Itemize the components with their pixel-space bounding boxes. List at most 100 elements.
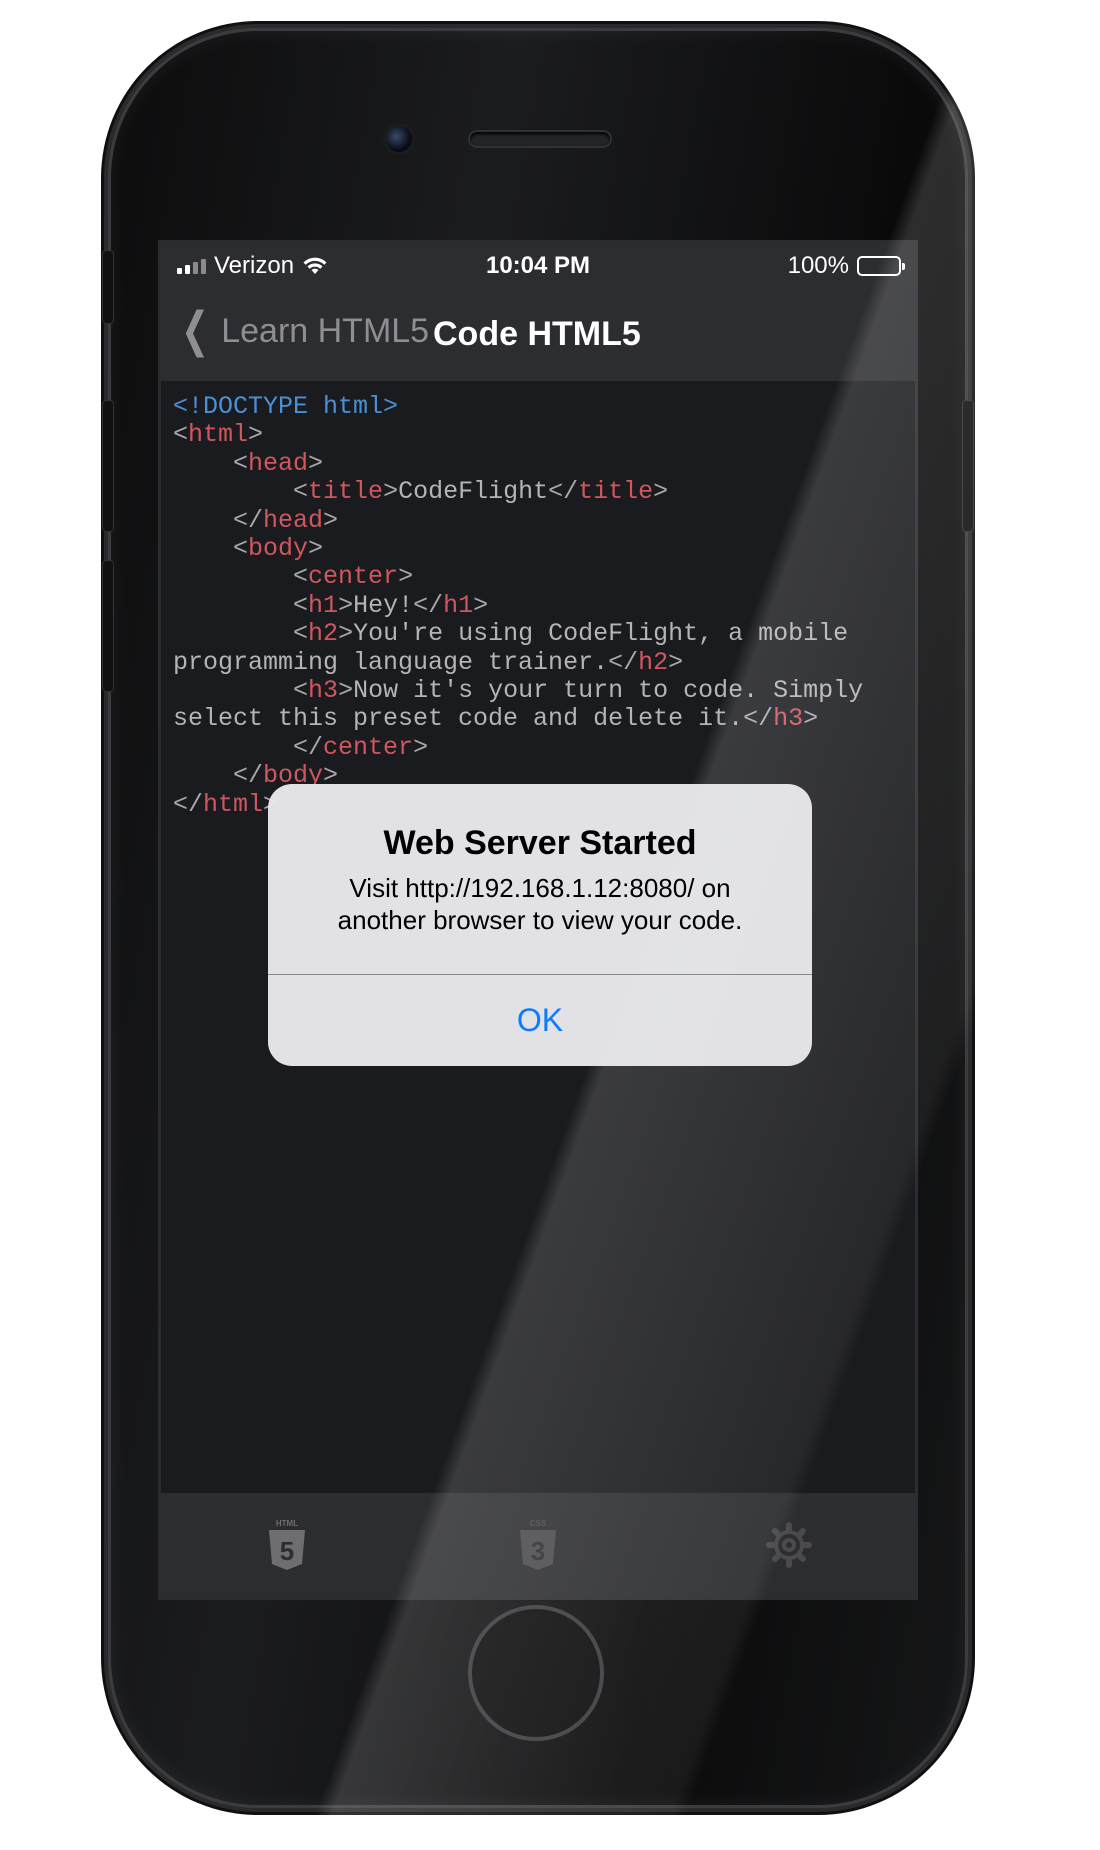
- code-token: >: [338, 590, 354, 620]
- code-token: </: [233, 505, 264, 535]
- tab-settings[interactable]: [749, 1505, 829, 1585]
- code-line: </center>: [173, 733, 428, 762]
- home-button[interactable]: [468, 1605, 604, 1741]
- html5-icon-caption: HTML: [276, 1519, 298, 1528]
- code-token: >: [383, 477, 399, 507]
- code-token: </: [608, 647, 639, 677]
- code-line: <h1>Hey!</h1>: [173, 591, 488, 620]
- code-line: <body>: [173, 534, 323, 563]
- code-token: </: [233, 761, 264, 791]
- html5-icon: HTML 5: [268, 1519, 305, 1570]
- code-line: </html>: [173, 790, 278, 819]
- code-token: </: [743, 704, 774, 734]
- code-token: <: [293, 562, 309, 592]
- code-editor[interactable]: <!DOCTYPE html> <html> <head> <title>Cod…: [173, 392, 909, 819]
- page-title: Code HTML5: [433, 315, 641, 353]
- ok-button[interactable]: OK: [268, 975, 812, 1066]
- code-token: <: [293, 590, 309, 620]
- code-tag-name: h1: [443, 590, 474, 620]
- alert-dialog: Web Server Started Visit http://192.168.…: [268, 784, 812, 1066]
- code-token: <: [293, 619, 309, 649]
- code-tag-name: h2: [638, 647, 669, 677]
- code-token: <: [173, 420, 189, 450]
- code-line: <!DOCTYPE html>: [173, 392, 398, 421]
- code-token: >: [338, 676, 354, 706]
- code-line: <html>: [173, 420, 263, 449]
- code-token: >: [803, 704, 819, 734]
- code-token: </: [413, 590, 444, 620]
- volume-down-button: [102, 560, 114, 692]
- code-tag-name: h2: [308, 619, 339, 649]
- code-tag-name: h1: [308, 590, 339, 620]
- tab-bar: HTML 5 CSS 3: [161, 1493, 915, 1597]
- code-token: >: [308, 448, 324, 478]
- code-line: <h2>You're using CodeFlight, a mobile pr…: [173, 619, 863, 676]
- code-line: <h3>Now it's your turn to code. Simply s…: [173, 676, 878, 733]
- code-token: CodeFlight: [398, 477, 549, 507]
- back-button-label: Learn HTML5: [221, 311, 430, 350]
- code-line: <title>CodeFlight</title>: [173, 477, 668, 506]
- tab-css3[interactable]: CSS 3: [498, 1505, 578, 1585]
- battery-percent: 100%: [787, 252, 849, 279]
- code-line: <head>: [173, 449, 323, 478]
- html5-icon-digit: 5: [279, 1536, 293, 1566]
- navigation-bar: ❮ Learn HTML5 Code HTML5: [161, 289, 915, 381]
- code-token: >: [413, 732, 429, 762]
- code-line: </head>: [173, 506, 338, 535]
- power-button: [962, 400, 974, 532]
- code-token: >: [668, 647, 684, 677]
- earpiece-speaker: [470, 132, 610, 146]
- volume-up-button: [102, 400, 114, 532]
- code-token: >: [653, 477, 669, 507]
- code-tag-name: h3: [773, 704, 804, 734]
- code-token: </: [173, 789, 204, 819]
- mute-switch: [102, 250, 114, 324]
- code-tag-name: title: [578, 477, 654, 507]
- code-tag-name: head: [263, 505, 324, 535]
- code-token: >: [308, 534, 324, 564]
- status-bar: Verizon 10:04 PM 100%: [161, 243, 915, 289]
- battery-group: 100%: [787, 252, 905, 280]
- code-tag-name: center: [308, 562, 399, 592]
- code-token: >: [338, 619, 354, 649]
- code-token: <: [293, 477, 309, 507]
- code-token: </: [548, 477, 579, 507]
- code-tag-name: title: [308, 477, 384, 507]
- css3-icon-caption: CSS: [530, 1519, 547, 1528]
- code-tag-name: head: [248, 448, 309, 478]
- chevron-left-icon: ❮: [181, 304, 210, 357]
- css3-icon-digit: 3: [531, 1536, 545, 1566]
- code-token: <: [233, 534, 249, 564]
- front-camera: [386, 126, 412, 152]
- code-token: <!DOCTYPE html>: [173, 392, 399, 421]
- alert-title: Web Server Started: [383, 824, 697, 862]
- code-token: Hey!: [353, 590, 414, 620]
- battery-icon: [857, 256, 905, 276]
- code-line: <center>: [173, 562, 413, 591]
- gear-icon: [766, 1522, 813, 1568]
- code-tag-name: h3: [308, 676, 339, 706]
- code-token: <: [233, 448, 249, 478]
- alert-message: Visit http://192.168.1.12:8080/ on anoth…: [337, 873, 743, 935]
- code-token: >: [473, 590, 489, 620]
- code-tag-name: center: [323, 732, 414, 762]
- code-token: >: [248, 420, 264, 450]
- code-tag-name: html: [188, 420, 249, 450]
- back-button[interactable]: ❮ Learn HTML5: [175, 304, 430, 357]
- code-tag-name: html: [203, 789, 264, 819]
- css3-icon: CSS 3: [519, 1519, 556, 1570]
- code-tag-name: body: [248, 534, 309, 564]
- code-token: <: [293, 676, 309, 706]
- code-token: >: [323, 505, 339, 535]
- tab-html5[interactable]: HTML 5: [247, 1505, 327, 1585]
